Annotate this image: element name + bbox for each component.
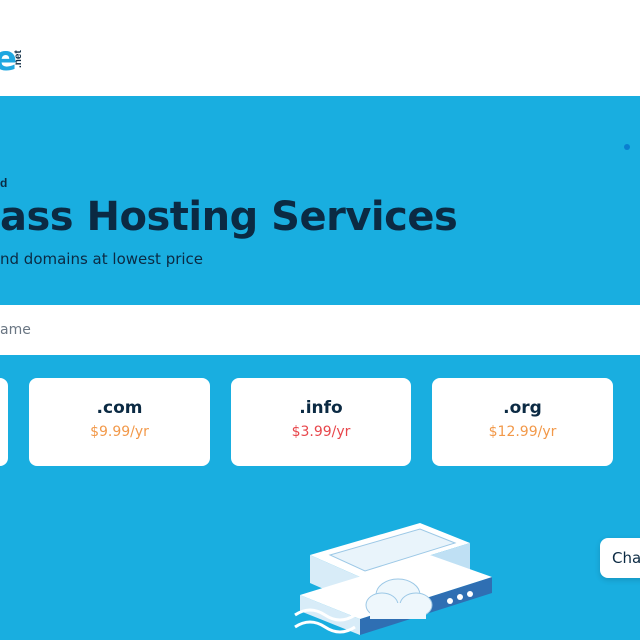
domain-card-info[interactable]: .info $3.99/yr [231, 378, 411, 466]
hero-eyebrow: d [0, 176, 8, 190]
domain-tld: .info [299, 398, 343, 418]
domain-card-org[interactable]: .org $12.99/yr [432, 378, 613, 466]
domain-search-input[interactable] [0, 305, 640, 355]
domain-tld: .com [96, 398, 143, 418]
domain-tld: .org [503, 398, 542, 418]
hero-title: ass Hosting Services [0, 194, 458, 240]
slider-dot[interactable] [624, 144, 630, 150]
hero-subtitle: nd domains at lowest price [0, 250, 204, 268]
chat-button[interactable]: Cha [600, 538, 640, 578]
logo-tld: .net [13, 50, 24, 68]
domain-card-com[interactable]: .com $9.99/yr [29, 378, 210, 466]
site-logo[interactable]: e .net [0, 40, 40, 80]
domain-card-partial[interactable] [0, 378, 8, 466]
server-illustration [294, 523, 492, 635]
domain-price: $3.99/yr [291, 424, 351, 440]
site-header: e .net [0, 0, 640, 96]
domain-price: $9.99/yr [90, 424, 149, 440]
domain-price: $12.99/yr [488, 424, 557, 440]
